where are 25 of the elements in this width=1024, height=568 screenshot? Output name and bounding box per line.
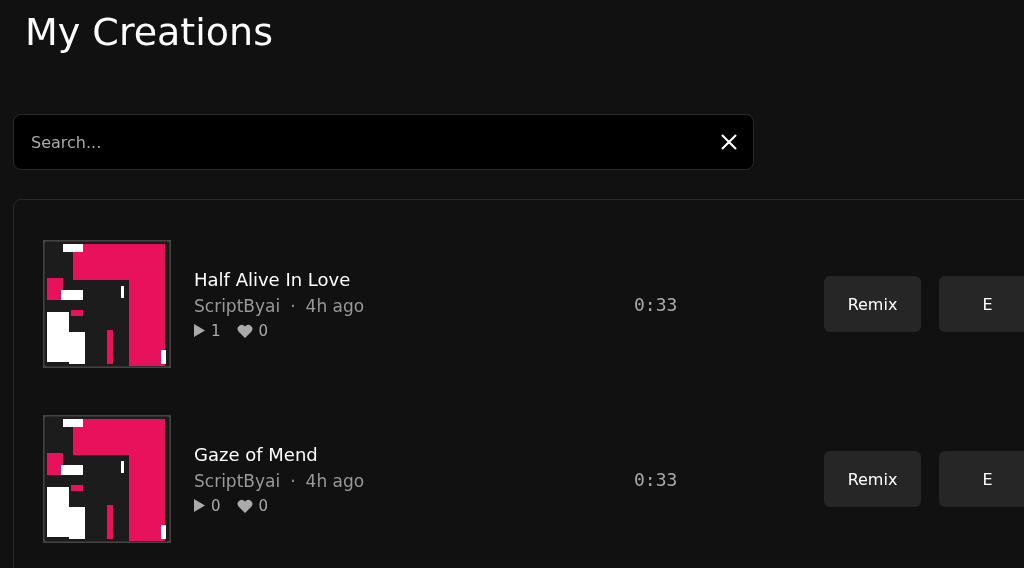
play-count: 1 — [211, 321, 221, 340]
play-icon — [194, 499, 205, 512]
author-link[interactable]: ScriptByai — [194, 295, 281, 316]
search-field[interactable]: Search... — [13, 114, 754, 170]
close-icon[interactable] — [720, 133, 738, 151]
play-icon — [194, 324, 205, 337]
like-count: 0 — [258, 496, 269, 515]
separator-dot: · — [290, 295, 296, 316]
action-button[interactable]: E — [939, 276, 1024, 332]
duration: 0:33 — [634, 293, 679, 315]
page-title: My Creations — [25, 9, 274, 56]
heart-icon — [236, 323, 253, 338]
like-count: 0 — [258, 321, 269, 340]
action-button[interactable]: Remix — [824, 276, 921, 332]
duration: 0:33 — [634, 468, 679, 490]
time-ago: 4h ago — [305, 295, 365, 316]
action-button[interactable]: Remix — [824, 451, 921, 507]
song-title[interactable]: Gaze of Mend — [194, 443, 634, 465]
heart-icon — [236, 498, 253, 513]
author-link[interactable]: ScriptByai — [194, 470, 281, 491]
play-count: 0 — [211, 496, 221, 515]
time-ago: 4h ago — [305, 470, 365, 491]
song-title[interactable]: Half Alive In Love — [194, 268, 634, 290]
action-button[interactable]: E — [939, 451, 1024, 507]
separator-dot: · — [290, 470, 296, 491]
